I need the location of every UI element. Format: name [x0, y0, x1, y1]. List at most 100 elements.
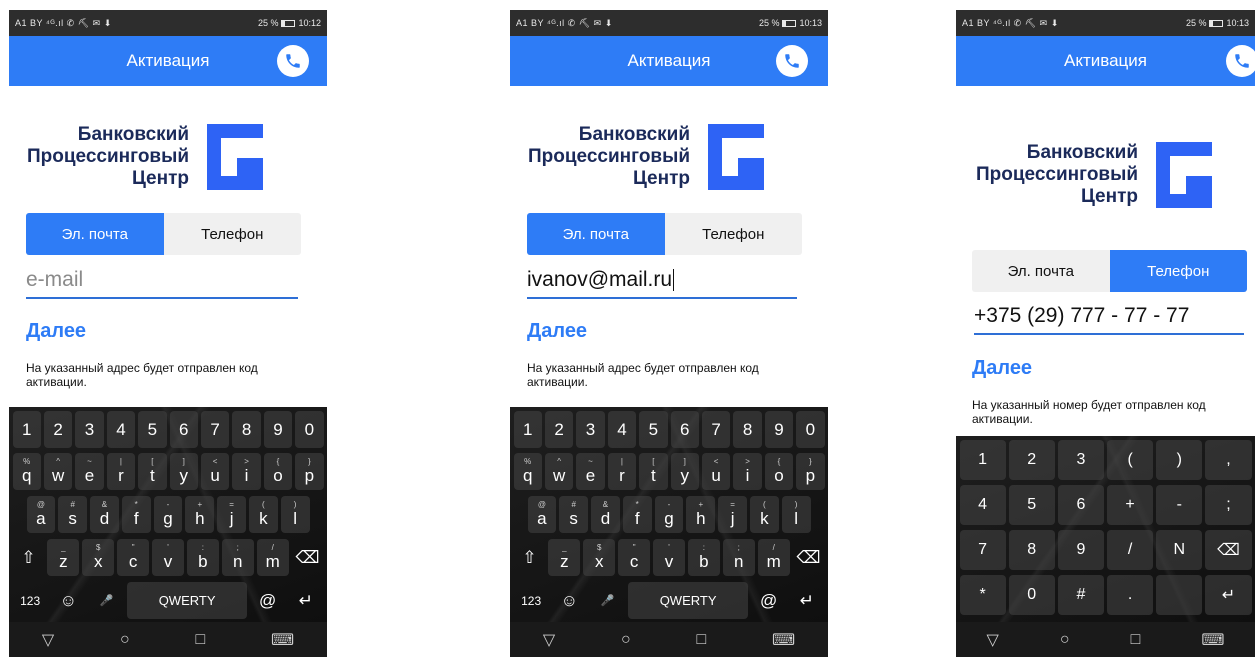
key-o[interactable]: {o: [764, 453, 794, 490]
numpad-key-1-5[interactable]: ;: [1205, 485, 1252, 525]
next-button[interactable]: Далее: [26, 320, 86, 343]
key-0[interactable]: 0: [295, 411, 324, 448]
key-z[interactable]: _ z: [47, 539, 80, 576]
numpad-key-0-5[interactable]: ,: [1205, 440, 1252, 480]
emoji-key[interactable]: ☺: [51, 582, 86, 619]
numpad-key-2-0[interactable]: 7: [959, 530, 1006, 570]
key-w[interactable]: ^ w: [544, 453, 574, 490]
key-6[interactable]: 6: [670, 411, 699, 448]
key-2[interactable]: 2: [544, 411, 574, 448]
call-button[interactable]: [776, 45, 808, 77]
key-n[interactable]: ; n: [722, 539, 755, 576]
key-d[interactable]: & d: [591, 496, 620, 533]
key-s[interactable]: # s: [559, 496, 589, 533]
at-key[interactable]: @: [751, 582, 786, 619]
key-8[interactable]: 8: [232, 411, 261, 448]
key-e[interactable]: ~ e: [75, 453, 104, 490]
key-q[interactable]: % q: [513, 453, 542, 490]
numpad-key-0-0[interactable]: 1: [959, 440, 1006, 480]
numpad-key-2-1[interactable]: 8: [1008, 530, 1055, 570]
key-m[interactable]: / m: [256, 539, 289, 576]
key-1[interactable]: 1: [12, 411, 41, 448]
key-g[interactable]: -g: [654, 496, 684, 533]
key-0[interactable]: 0: [796, 411, 825, 448]
numpad-key-3-2[interactable]: #: [1057, 575, 1105, 615]
key-l[interactable]: ) l: [781, 496, 811, 533]
shift-key[interactable]: ⇧: [514, 539, 546, 576]
numpad-key-2-4[interactable]: N: [1156, 530, 1203, 570]
key-3[interactable]: 3: [75, 411, 104, 448]
key-k[interactable]: (k: [749, 496, 779, 533]
key-v[interactable]: ' v: [152, 539, 184, 576]
numpad-key-1-3[interactable]: +: [1107, 485, 1154, 525]
tab-phone[interactable]: Телефон: [164, 213, 302, 255]
key-p[interactable]: } p: [796, 453, 825, 490]
key-n[interactable]: ; n: [221, 539, 254, 576]
key-c[interactable]: " c: [117, 539, 150, 576]
key-4[interactable]: 4: [106, 411, 136, 448]
back-icon[interactable]: ▽: [42, 630, 54, 650]
tab-phone[interactable]: Телефон: [665, 213, 803, 255]
home-icon[interactable]: ○: [1060, 631, 1070, 649]
key-5[interactable]: 5: [138, 411, 167, 448]
key-r[interactable]: | r: [607, 453, 637, 490]
recents-icon[interactable]: □: [697, 631, 707, 649]
shift-key[interactable]: ⇧: [13, 539, 45, 576]
numpad-key-2-2[interactable]: 9: [1057, 530, 1105, 570]
key-7[interactable]: 7: [701, 411, 731, 448]
key-x[interactable]: $ x: [82, 539, 115, 576]
home-icon[interactable]: ○: [621, 631, 631, 649]
keyboard-switch-icon[interactable]: ⌨: [772, 630, 795, 650]
key-h[interactable]: + h: [686, 496, 716, 533]
key-b[interactable]: :b: [186, 539, 219, 576]
key-j[interactable]: = j: [718, 496, 747, 533]
key-g[interactable]: -g: [153, 496, 183, 533]
key-4[interactable]: 4: [607, 411, 637, 448]
recents-icon[interactable]: □: [1131, 631, 1141, 649]
backspace-key[interactable]: ⌫: [292, 539, 324, 576]
key-o[interactable]: {o: [263, 453, 293, 490]
numpad-key-1-0[interactable]: 4: [959, 485, 1006, 525]
key-s[interactable]: # s: [58, 496, 88, 533]
key-a[interactable]: @ a: [527, 496, 557, 533]
key-d[interactable]: & d: [90, 496, 119, 533]
numpad-key-0-3[interactable]: (: [1107, 440, 1154, 480]
recents-icon[interactable]: □: [196, 631, 206, 649]
key-y[interactable]: ] y: [670, 453, 699, 490]
space-key[interactable]: QWERTY: [127, 582, 248, 619]
key-j[interactable]: = j: [217, 496, 246, 533]
key-u[interactable]: < u: [200, 453, 230, 490]
key-e[interactable]: ~ e: [576, 453, 605, 490]
key-m[interactable]: / m: [757, 539, 790, 576]
key-w[interactable]: ^ w: [43, 453, 73, 490]
keyboard-switch-icon[interactable]: ⌨: [1201, 630, 1224, 650]
mic-key[interactable]: 🎤: [590, 582, 625, 619]
emoji-key[interactable]: ☺: [552, 582, 587, 619]
numpad-key-1-2[interactable]: 6: [1057, 485, 1105, 525]
key-v[interactable]: ' v: [653, 539, 685, 576]
next-button[interactable]: Далее: [527, 320, 587, 343]
symbols-key[interactable]: 123: [514, 582, 549, 619]
key-5[interactable]: 5: [639, 411, 668, 448]
email-field[interactable]: ivanov@mail.ru: [527, 263, 797, 299]
back-icon[interactable]: ▽: [987, 630, 999, 650]
numpad-key-3-5[interactable]: ↵: [1205, 575, 1252, 615]
numpad-key-0-4[interactable]: ): [1156, 440, 1203, 480]
key-1[interactable]: 1: [513, 411, 542, 448]
space-key[interactable]: QWERTY: [628, 582, 749, 619]
call-button[interactable]: [277, 45, 309, 77]
next-button[interactable]: Далее: [972, 357, 1032, 380]
numpad-key-3-0[interactable]: *: [959, 575, 1006, 615]
tab-email[interactable]: Эл. почта: [972, 250, 1110, 292]
key-z[interactable]: _ z: [548, 539, 581, 576]
tab-phone[interactable]: Телефон: [1109, 250, 1247, 292]
numpad-key-1-1[interactable]: 5: [1008, 485, 1055, 525]
numpad-key-3-1[interactable]: 0: [1008, 575, 1055, 615]
key-a[interactable]: @ a: [26, 496, 56, 533]
key-f[interactable]: * f: [622, 496, 652, 533]
key-y[interactable]: ] y: [169, 453, 198, 490]
email-field[interactable]: e-mail: [26, 263, 298, 299]
key-f[interactable]: * f: [121, 496, 151, 533]
keyboard-switch-icon[interactable]: ⌨: [271, 630, 294, 650]
key-i[interactable]: > i: [733, 453, 762, 490]
